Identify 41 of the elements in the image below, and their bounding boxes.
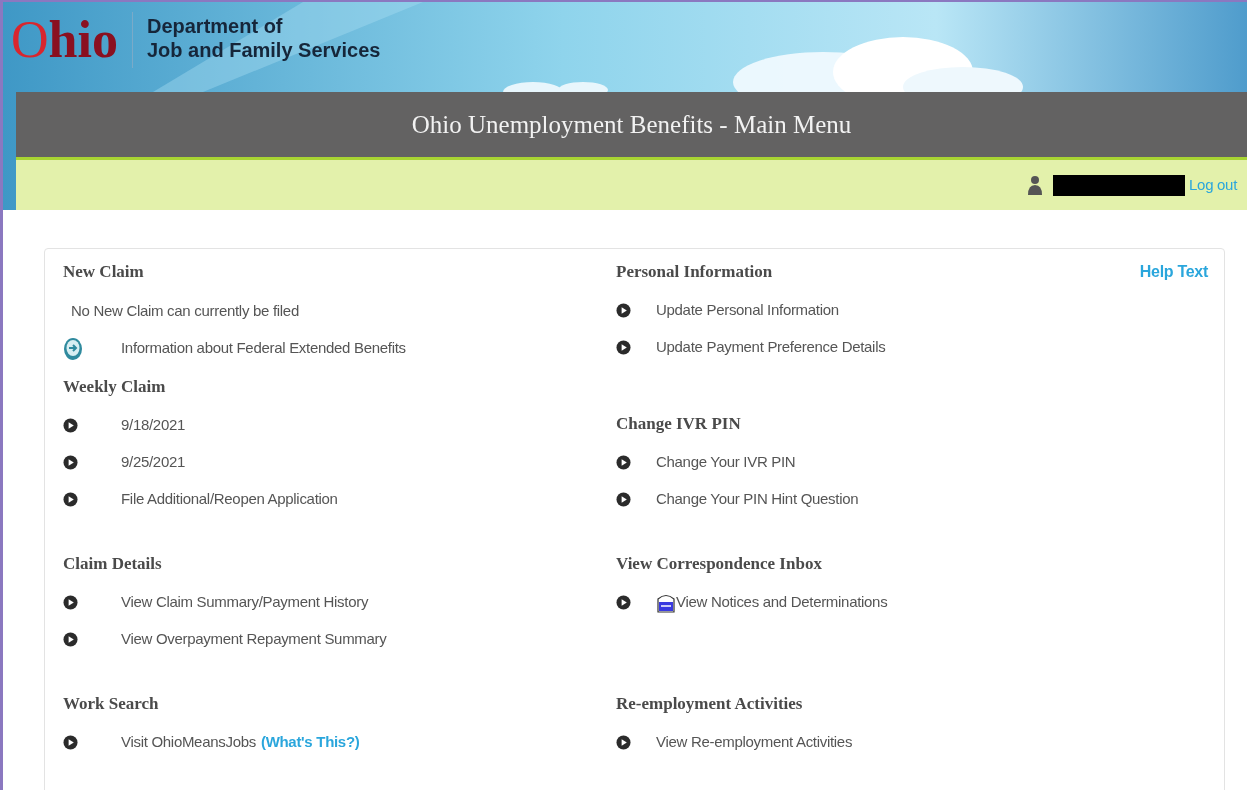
play-circle-icon — [63, 632, 78, 647]
menu-link[interactable]: Update Payment Preference Details — [656, 336, 886, 359]
play-circle-icon — [63, 455, 78, 470]
department-name: Department of — [146, 14, 284, 38]
play-circle-icon — [616, 340, 631, 355]
play-circle-icon — [63, 492, 78, 507]
menu-link[interactable]: Information about Federal Extended Benefits — [121, 337, 406, 360]
menu-link[interactable]: 9/18/2021 — [121, 414, 186, 437]
department-name: Job and Family Services — [146, 38, 381, 62]
title-bar: Ohio Unemployment Benefits - Main Menu — [16, 92, 1247, 160]
arrow-circle-icon — [63, 336, 83, 361]
play-circle-icon — [616, 303, 631, 318]
document-icon — [656, 592, 676, 613]
menu-link[interactable]: View Claim Summary/Payment History — [121, 591, 369, 614]
section-heading: Re-employment Activities — [616, 693, 803, 716]
section-heading: Claim Details — [63, 553, 162, 576]
menu-link[interactable]: 9/25/2021 — [121, 451, 186, 474]
menu-link[interactable]: View Re-employment Activities — [656, 731, 853, 754]
notice-text: No New Claim can currently be filed — [71, 300, 299, 321]
section-heading: Personal Information — [616, 261, 773, 284]
play-circle-icon — [616, 735, 631, 750]
play-circle-icon — [616, 492, 631, 507]
section-heading: Change IVR PIN — [616, 413, 741, 436]
play-circle-icon — [616, 595, 631, 610]
menu-link[interactable]: Update Personal Information — [656, 299, 839, 322]
play-circle-icon — [63, 418, 78, 433]
play-circle-icon — [616, 455, 631, 470]
menu-link[interactable]: Change Your PIN Hint Question — [656, 488, 859, 511]
menu-link[interactable]: View Notices and Determinations — [676, 591, 888, 614]
menu-link[interactable]: View Overpayment Repayment Summary — [121, 628, 387, 651]
play-circle-icon — [63, 595, 78, 610]
play-circle-icon — [63, 735, 78, 750]
menu-link[interactable]: File Additional/Reopen Application — [121, 488, 338, 511]
section-heading: New Claim — [63, 261, 144, 284]
menu-link[interactable]: Visit OhioMeansJobs — [121, 731, 256, 754]
section-heading: Weekly Claim — [63, 376, 166, 399]
section-heading: View Correspondence Inbox — [616, 553, 822, 576]
section-heading: Work Search — [63, 693, 159, 716]
menu-link[interactable]: Change Your IVR PIN — [656, 451, 796, 474]
ohio-logo: Ohio — [11, 12, 133, 68]
person-icon — [1027, 175, 1044, 195]
